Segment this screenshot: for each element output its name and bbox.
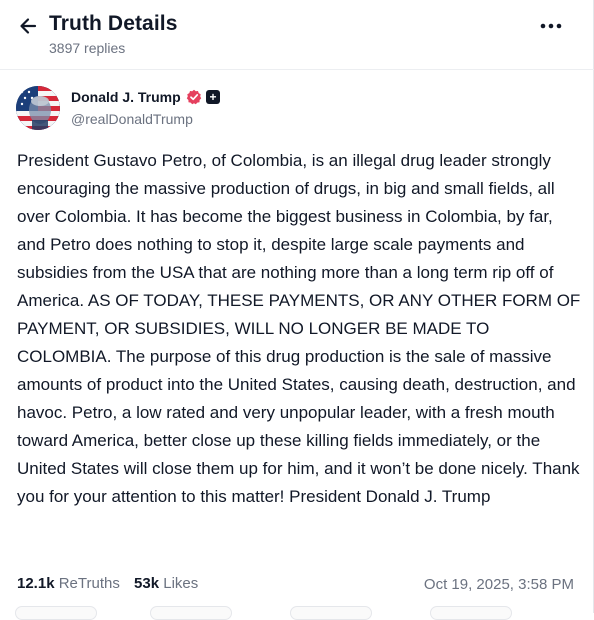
page-title: Truth Details — [49, 12, 178, 35]
author-display-name[interactable]: Donald J. Trump — [71, 89, 181, 105]
post-timestamp: Oct 19, 2025, 3:58 PM — [423, 576, 574, 593]
header-divider — [0, 69, 594, 70]
likes-stat[interactable]: 53k Likes — [134, 575, 198, 592]
post-body-text: President Gustavo Petro, of Colombia, is… — [17, 151, 581, 506]
retruths-stat[interactable]: 12.1k ReTruths — [17, 575, 120, 592]
share-action-button[interactable] — [430, 606, 512, 620]
back-button[interactable] — [14, 12, 42, 40]
likes-count: 53k — [134, 575, 160, 592]
more-options-button[interactable] — [534, 14, 568, 38]
post-stats: 12.1k ReTruths 53k Likes — [17, 575, 208, 592]
retruths-count: 12.1k — [17, 575, 55, 592]
retruth-action-button[interactable] — [150, 606, 232, 620]
author-handle[interactable]: @realDonaldTrump — [71, 111, 193, 127]
arrow-left-icon — [20, 18, 37, 34]
reply-action-button[interactable] — [15, 606, 97, 620]
truth-details-panel: Truth Details 3897 replies Donald J. Tru… — [0, 0, 594, 620]
header: Truth Details 3897 replies — [0, 0, 594, 72]
like-action-button[interactable] — [290, 606, 372, 620]
verified-badge-icon — [186, 89, 202, 105]
avatar[interactable] — [16, 86, 60, 130]
flag-portrait-image — [16, 86, 60, 130]
truth-plus-badge-icon: + — [206, 90, 220, 104]
more-horizontal-icon — [540, 23, 562, 29]
replies-count: 3897 replies — [49, 40, 126, 56]
retruths-label: ReTruths — [58, 575, 120, 592]
likes-label: Likes — [163, 575, 199, 592]
